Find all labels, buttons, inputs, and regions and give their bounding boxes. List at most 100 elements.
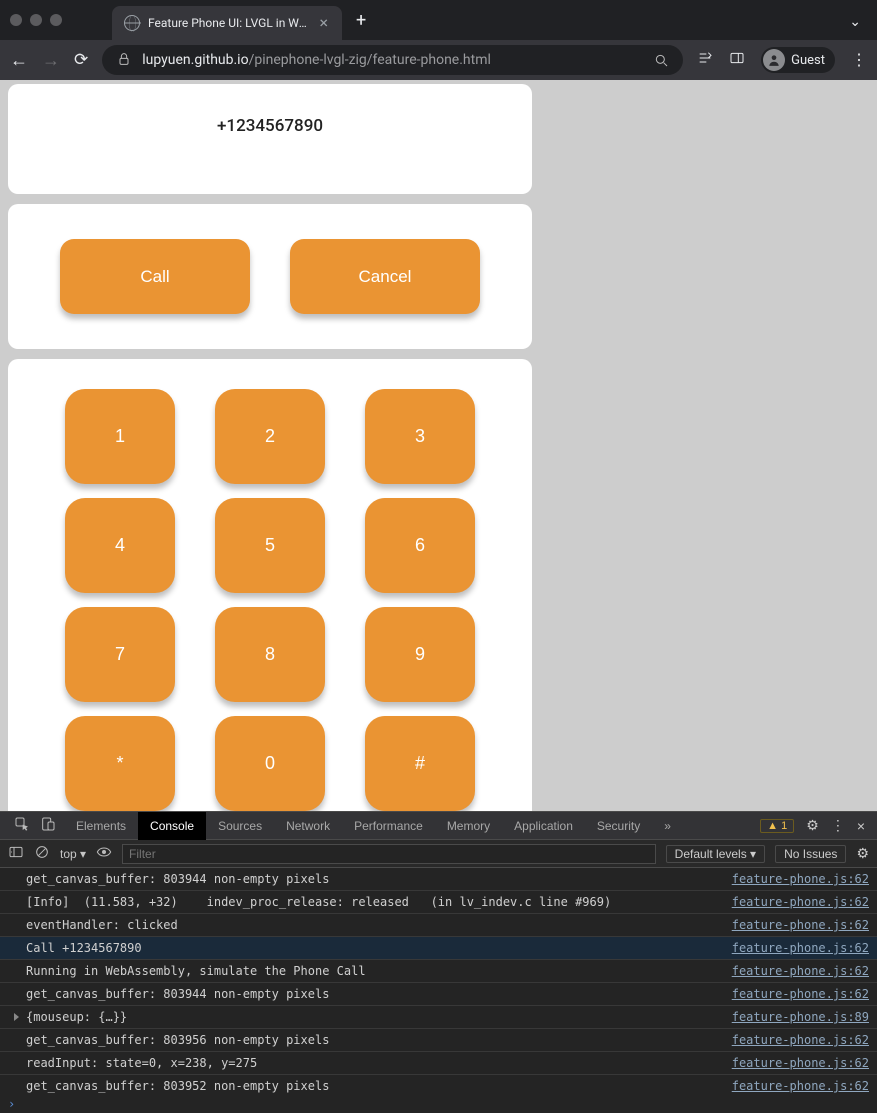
console-sidebar-toggle-icon[interactable]	[8, 844, 24, 863]
window-maximize-icon[interactable]	[50, 14, 62, 26]
console-log-row[interactable]: readInput: state=0, x=238, y=275feature-…	[0, 1052, 877, 1075]
console-log-row[interactable]: get_canvas_buffer: 803952 non-empty pixe…	[0, 1075, 877, 1095]
address-bar: ← → ⟳ lupyuen.github.io/pinephone-lvgl-z…	[0, 40, 877, 80]
phone-ui: +1234567890 Call Cancel 123 456 789 * 0 #	[0, 80, 540, 811]
log-message: readInput: state=0, x=238, y=275	[26, 1054, 722, 1072]
log-source-link[interactable]: feature-phone.js:62	[722, 1031, 869, 1049]
forward-button[interactable]: →	[42, 50, 60, 71]
log-message: Running in WebAssembly, simulate the Pho…	[26, 962, 722, 980]
console-log-row[interactable]: Call +1234567890feature-phone.js:62	[0, 937, 877, 960]
guest-label: Guest	[791, 53, 825, 68]
keypad-key-7[interactable]: 7	[65, 607, 175, 702]
log-source-link[interactable]: feature-phone.js:62	[722, 939, 869, 957]
console-log-row[interactable]: get_canvas_buffer: 803944 non-empty pixe…	[0, 868, 877, 891]
profile-chip[interactable]: Guest	[761, 47, 835, 73]
keypad-key-4[interactable]: 4	[65, 498, 175, 593]
log-source-link[interactable]: feature-phone.js:62	[722, 962, 869, 980]
globe-icon	[124, 15, 140, 31]
log-message: {mouseup: {…}}	[26, 1008, 722, 1026]
devtools-tab-memory[interactable]: Memory	[435, 812, 502, 840]
window-close-icon[interactable]	[10, 14, 22, 26]
issues-button[interactable]: No Issues	[775, 845, 846, 863]
keypad-key-hash[interactable]: #	[365, 716, 475, 811]
log-message: eventHandler: clicked	[26, 916, 722, 934]
console-settings-icon[interactable]: ⚙	[856, 845, 869, 862]
console-log-row[interactable]: eventHandler: clickedfeature-phone.js:62	[0, 914, 877, 937]
browser-tab[interactable]: Feature Phone UI: LVGL in Web ×	[112, 6, 342, 40]
url-host: lupyuen.github.io	[142, 52, 248, 68]
reload-button[interactable]: ⟳	[74, 50, 88, 70]
search-in-page-icon[interactable]	[653, 52, 669, 68]
console-context-selector[interactable]: top ▾	[60, 847, 86, 861]
log-source-link[interactable]: feature-phone.js:62	[722, 1077, 869, 1095]
tab-overflow[interactable]: ⌄	[849, 11, 867, 30]
log-source-link[interactable]: feature-phone.js:62	[722, 985, 869, 1003]
devtools-menu-icon[interactable]: ⋮	[831, 817, 845, 834]
devtools-tab-performance[interactable]: Performance	[342, 812, 435, 840]
devtools-inspect-controls	[6, 816, 64, 835]
back-button[interactable]: ←	[10, 50, 28, 71]
devtools-tab-sources[interactable]: Sources	[206, 812, 274, 840]
avatar-icon	[763, 49, 785, 71]
keypad-panel: 123 456 789 * 0 #	[8, 359, 532, 811]
keypad-key-3[interactable]: 3	[365, 389, 475, 484]
log-message: Call +1234567890	[26, 939, 722, 957]
devtools-tab-elements[interactable]: Elements	[64, 812, 138, 840]
devtools-settings-icon[interactable]: ⚙	[806, 817, 819, 834]
console-filter-input[interactable]	[122, 844, 656, 864]
device-toggle-icon[interactable]	[40, 816, 56, 835]
keypad-key-9[interactable]: 9	[365, 607, 475, 702]
inspect-element-icon[interactable]	[14, 816, 30, 835]
log-source-link[interactable]: feature-phone.js:62	[722, 893, 869, 911]
keypad-key-star[interactable]: *	[65, 716, 175, 811]
tab-close-icon[interactable]: ×	[317, 15, 330, 31]
log-source-link[interactable]: feature-phone.js:62	[722, 916, 869, 934]
log-source-link[interactable]: feature-phone.js:89	[722, 1008, 869, 1026]
clear-console-icon[interactable]	[34, 844, 50, 863]
console-log-list: get_canvas_buffer: 803944 non-empty pixe…	[0, 868, 877, 1095]
devtools-close-icon[interactable]: ×	[857, 818, 865, 834]
reader-mode-icon[interactable]	[697, 50, 713, 70]
devtools-tabs-overflow[interactable]: »	[652, 812, 683, 840]
new-tab-button[interactable]: +	[356, 10, 366, 31]
keypad-key-6[interactable]: 6	[365, 498, 475, 593]
keypad-key-2[interactable]: 2	[215, 389, 325, 484]
browser-menu-icon[interactable]: ⋮	[851, 52, 867, 68]
display-panel: +1234567890	[8, 84, 532, 194]
log-message: get_canvas_buffer: 803944 non-empty pixe…	[26, 985, 722, 1003]
log-levels-selector[interactable]: Default levels ▾	[666, 845, 765, 863]
omnibox[interactable]: lupyuen.github.io/pinephone-lvgl-zig/fea…	[102, 45, 683, 75]
warning-badge[interactable]: ▲ 1	[760, 819, 794, 833]
page-viewport: +1234567890 Call Cancel 123 456 789 * 0 #	[0, 80, 877, 811]
panel-icon[interactable]	[729, 50, 745, 70]
page-gutter	[540, 80, 863, 811]
url-text: lupyuen.github.io/pinephone-lvgl-zig/fea…	[142, 52, 491, 68]
keypad-key-0[interactable]: 0	[215, 716, 325, 811]
log-source-link[interactable]: feature-phone.js:62	[722, 1054, 869, 1072]
devtools-tab-application[interactable]: Application	[502, 812, 585, 840]
keypad-key-8[interactable]: 8	[215, 607, 325, 702]
page-scrollbar[interactable]	[863, 80, 877, 811]
console-prompt[interactable]: ›	[0, 1095, 877, 1113]
keypad-key-1[interactable]: 1	[65, 389, 175, 484]
console-log-row[interactable]: {mouseup: {…}}feature-phone.js:89	[0, 1006, 877, 1029]
actions-panel: Call Cancel	[8, 204, 532, 349]
log-source-link[interactable]: feature-phone.js:62	[722, 870, 869, 888]
console-log-row[interactable]: get_canvas_buffer: 803944 non-empty pixe…	[0, 983, 877, 1006]
window-minimize-icon[interactable]	[30, 14, 42, 26]
live-expression-icon[interactable]	[96, 844, 112, 863]
console-log-row[interactable]: Running in WebAssembly, simulate the Pho…	[0, 960, 877, 983]
expand-triangle-icon[interactable]	[14, 1013, 19, 1021]
url-path: /pinephone-lvgl-zig/feature-phone.html	[249, 52, 491, 68]
devtools-tab-console[interactable]: Console	[138, 812, 206, 840]
keypad-grid: 123 456 789 * 0 #	[58, 389, 482, 811]
call-button[interactable]: Call	[60, 239, 250, 314]
keypad-key-5[interactable]: 5	[215, 498, 325, 593]
cancel-button[interactable]: Cancel	[290, 239, 480, 314]
console-log-row[interactable]: [Info] (11.583, +32) indev_proc_release:…	[0, 891, 877, 914]
console-toolbar: top ▾ Default levels ▾ No Issues ⚙	[0, 840, 877, 868]
devtools-tab-security[interactable]: Security	[585, 812, 652, 840]
log-message: get_canvas_buffer: 803956 non-empty pixe…	[26, 1031, 722, 1049]
devtools-tab-network[interactable]: Network	[274, 812, 342, 840]
console-log-row[interactable]: get_canvas_buffer: 803956 non-empty pixe…	[0, 1029, 877, 1052]
